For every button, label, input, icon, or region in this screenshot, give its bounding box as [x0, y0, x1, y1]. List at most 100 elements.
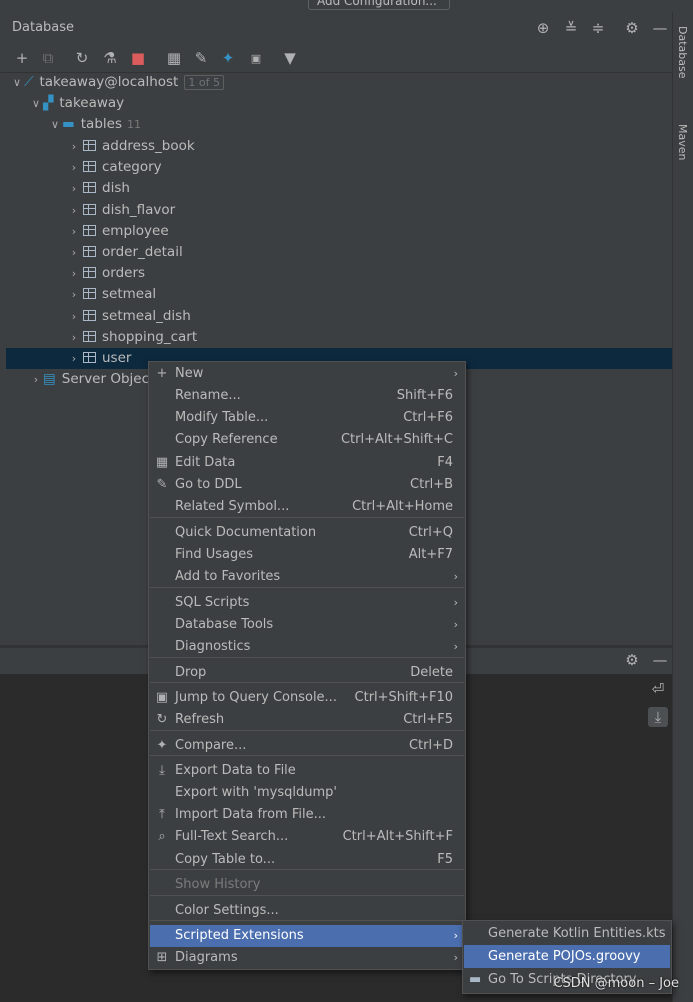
table-count: 11: [127, 118, 141, 131]
tree-table-row[interactable]: › orders: [67, 263, 145, 284]
chevron-right-icon[interactable]: ›: [67, 242, 81, 263]
menu-item-modify-table[interactable]: Modify Table... Ctrl+F6: [150, 407, 464, 429]
menu-item-database-tools[interactable]: Database Tools ›: [150, 614, 464, 636]
compare-icon[interactable]: ✦: [218, 48, 238, 68]
menu-item-label: Show History: [175, 877, 261, 892]
tree-table-row[interactable]: › category: [67, 157, 162, 178]
chevron-right-icon[interactable]: ›: [67, 348, 81, 369]
menu-item-related-symbol[interactable]: Related Symbol... Ctrl+Alt+Home: [150, 496, 464, 518]
database-tool-tab[interactable]: Database: [676, 26, 689, 79]
stop-icon[interactable]: ■: [128, 48, 148, 68]
add-icon[interactable]: +: [12, 48, 32, 68]
menu-item-export-data-to-file[interactable]: ⤓ Export Data to File: [150, 760, 464, 782]
hide-icon[interactable]: —: [650, 18, 670, 38]
menu-item-label: Export with 'mysqldump': [175, 785, 337, 800]
collapse-all-icon[interactable]: ≑: [588, 18, 608, 38]
tree-schema[interactable]: ∨ ▞ takeaway: [29, 93, 124, 114]
tree-table-row[interactable]: › setmeal_dish: [67, 306, 191, 327]
table-icon[interactable]: ▦: [164, 48, 184, 68]
tree-table-row[interactable]: › dish: [67, 178, 130, 199]
chevron-right-icon[interactable]: ›: [67, 200, 81, 221]
gear-icon[interactable]: ⚙: [622, 650, 642, 670]
chevron-right-icon[interactable]: ›: [67, 327, 81, 348]
tree-table-row[interactable]: › employee: [67, 221, 169, 242]
menu-item-sql-scripts[interactable]: SQL Scripts ›: [150, 592, 464, 614]
schema-icon[interactable]: ⚗: [100, 48, 120, 68]
table-icon: ▦: [155, 455, 169, 470]
menu-item-export-with-mysqldump[interactable]: Export with 'mysqldump': [150, 782, 464, 804]
menu-item-label: Diagnostics: [175, 639, 251, 654]
edit-icon[interactable]: ✎: [191, 48, 211, 68]
menu-item-quick-documentation[interactable]: Quick Documentation Ctrl+Q: [150, 522, 464, 544]
connection-label: takeaway@localhost: [39, 74, 179, 90]
database-toolbar: + ⧉ ↻ ⚗ ■ ▦ ✎ ✦ ▣ ▼: [0, 44, 672, 73]
menu-item-label: Scripted Extensions: [175, 928, 304, 943]
chevron-right-icon[interactable]: ›: [67, 157, 81, 178]
menu-item-shortcut: Ctrl+D: [408, 738, 453, 753]
tree-tables-folder[interactable]: ∨ ▬ tables 11: [48, 114, 141, 135]
gear-icon[interactable]: ⚙: [622, 18, 642, 38]
menu-item-full-text-search[interactable]: ⌕ Full-Text Search... Ctrl+Alt+Shift+F: [150, 826, 464, 848]
submenu-item[interactable]: Generate POJOs.groovy: [464, 945, 670, 968]
database-panel-header: Database ⊕ ≚ ≑ ⚙ —: [0, 12, 672, 44]
menu-item-label: SQL Scripts: [175, 595, 250, 610]
chevron-right-icon[interactable]: ›: [67, 284, 81, 305]
diagram-icon: ⊞: [156, 950, 168, 965]
tree-table-row[interactable]: › shopping_cart: [67, 327, 197, 348]
chevron-right-icon[interactable]: ›: [67, 306, 81, 327]
duplicate-icon[interactable]: ⧉: [38, 48, 58, 68]
menu-item-new[interactable]: + New ›: [150, 363, 464, 385]
table-label: user: [102, 350, 132, 366]
tree-table-row[interactable]: › setmeal: [67, 284, 156, 305]
chevron-down-icon[interactable]: ∨: [29, 93, 43, 114]
menu-item-drop[interactable]: Drop Delete: [150, 662, 464, 684]
soft-wrap-icon[interactable]: ⏎: [648, 679, 668, 699]
tree-server-objects[interactable]: › ▤ Server Objects: [29, 369, 162, 390]
plus-icon: +: [156, 366, 168, 381]
menu-item-diagnostics[interactable]: Diagnostics ›: [150, 636, 464, 658]
main-toolbar: Add Configuration...: [0, 0, 693, 12]
menu-item-label: Edit Data: [175, 455, 236, 470]
console-icon[interactable]: ▣: [246, 48, 266, 68]
menu-item-copy-reference[interactable]: Copy Reference Ctrl+Alt+Shift+C: [150, 429, 464, 451]
filter-icon[interactable]: ▼: [280, 48, 300, 68]
tree-table-row[interactable]: › dish_flavor: [67, 200, 175, 221]
menu-item-compare[interactable]: ✦ Compare... Ctrl+D: [150, 735, 464, 757]
schema-count-badge[interactable]: 1 of 5: [184, 75, 224, 90]
chevron-right-icon[interactable]: ›: [67, 263, 81, 284]
tree-table-row[interactable]: › address_book: [67, 136, 195, 157]
refresh-icon[interactable]: ↻: [72, 48, 92, 68]
chevron-right-icon[interactable]: ›: [67, 178, 81, 199]
expand-all-icon[interactable]: ≚: [561, 18, 581, 38]
menu-item-scripted-extensions[interactable]: Scripted Extensions ›: [150, 925, 464, 947]
menu-item-import-data-from-file[interactable]: ⤒ Import Data from File...: [150, 804, 464, 826]
chevron-right-icon[interactable]: ›: [67, 136, 81, 157]
tree-connection[interactable]: ∨ ⟋ takeaway@localhost 1 of 5: [10, 72, 224, 93]
menu-item-color-settings[interactable]: Color Settings...: [150, 900, 464, 922]
search-icon: ⌕: [158, 829, 166, 844]
menu-item-copy-table-to[interactable]: Copy Table to... F5: [150, 849, 464, 871]
chevron-right-icon[interactable]: ›: [29, 369, 43, 390]
table-label: setmeal_dish: [102, 307, 191, 324]
submenu-item[interactable]: Generate Kotlin Entities.kts: [464, 922, 670, 945]
menu-item-diagrams[interactable]: ⊞ Diagrams ›: [150, 947, 464, 969]
menu-item-add-to-favorites[interactable]: Add to Favorites ›: [150, 566, 464, 588]
chevron-down-icon[interactable]: ∨: [48, 114, 62, 135]
tree-table-row[interactable]: › order_detail: [67, 242, 183, 263]
scroll-to-end-icon[interactable]: ⤓: [648, 707, 668, 727]
refresh-icon: ↻: [156, 712, 168, 727]
chevron-right-icon[interactable]: ›: [67, 221, 81, 242]
menu-item-jump-to-query-console[interactable]: ▣ Jump to Query Console... Ctrl+Shift+F10: [150, 687, 464, 709]
run-configuration-dropdown[interactable]: Add Configuration...: [308, 0, 450, 10]
locate-icon[interactable]: ⊕: [533, 18, 553, 38]
hide-icon[interactable]: —: [650, 650, 670, 670]
maven-tool-tab[interactable]: Maven: [676, 124, 689, 160]
menu-item-go-to-ddl[interactable]: ✎ Go to DDL Ctrl+B: [150, 474, 464, 496]
menu-item-refresh[interactable]: ↻ Refresh Ctrl+F5: [150, 709, 464, 731]
chevron-down-icon[interactable]: ∨: [10, 72, 24, 93]
menu-item-rename[interactable]: Rename... Shift+F6: [150, 385, 464, 407]
chevron-right-icon: ›: [453, 618, 458, 631]
menu-item-find-usages[interactable]: Find Usages Alt+F7: [150, 544, 464, 566]
menu-item-shortcut: Delete: [410, 665, 453, 680]
menu-item-edit-data[interactable]: ▦ Edit Data F4: [150, 452, 464, 474]
